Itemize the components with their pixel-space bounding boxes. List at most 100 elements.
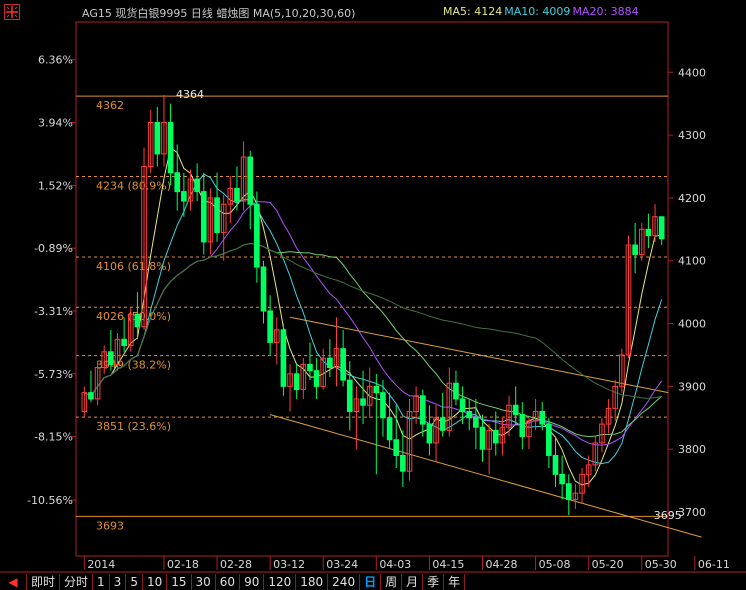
y-right-tick-label: 3900	[678, 380, 706, 393]
candle-body	[546, 423, 552, 456]
candle-body	[174, 172, 181, 193]
x-tick-label: 2014	[87, 558, 115, 571]
candle-body	[519, 414, 526, 438]
price-annotation: 4364	[176, 88, 204, 101]
candle-body	[512, 404, 519, 416]
candle-body	[313, 370, 320, 387]
x-tick-label: 06-11	[698, 558, 730, 571]
period-tab[interactable]: 即时	[27, 574, 61, 590]
period-tab[interactable]: 3	[110, 574, 127, 590]
candle-body	[400, 454, 406, 472]
candle-body	[565, 483, 572, 500]
candle-body	[632, 244, 638, 255]
trend-channel-line	[289, 316, 669, 394]
y-right-tick-label: 3800	[678, 443, 706, 456]
ma-readout-item: MA20: 3884	[572, 5, 639, 18]
y-right-tick-label: 4300	[678, 129, 706, 142]
candle-body	[473, 417, 479, 428]
chart-window: 4400 4300 4200 4100 4000 3900 3800 3700 6.36% 3.9…	[0, 0, 746, 590]
candle-body	[492, 429, 499, 444]
candle-body	[234, 187, 240, 202]
ma-readout: MA5: 4124 MA10: 4009 MA20: 3884	[443, 5, 641, 18]
y-left-tick-label: 6.36%	[38, 54, 73, 67]
period-tab[interactable]: 10	[143, 574, 168, 590]
candle-body	[167, 122, 174, 174]
y-left-tick-label: -3.31%	[34, 305, 73, 318]
price-annotation: 3695	[654, 509, 682, 522]
period-tab[interactable]: 1	[93, 574, 110, 590]
candle-body	[479, 426, 486, 450]
period-tab[interactable]: 180	[296, 574, 329, 590]
x-tick-label: 04-28	[486, 558, 518, 571]
y-left-tick-label: -5.73%	[34, 368, 73, 381]
period-scroll-left-icon[interactable]: ◀	[0, 574, 27, 590]
candle-body	[307, 363, 313, 372]
candle-body	[346, 379, 353, 413]
candle-body	[386, 417, 393, 441]
period-tab[interactable]: 年	[444, 574, 466, 590]
candle-body	[194, 178, 200, 193]
period-tab[interactable]: 月	[402, 574, 424, 590]
x-tick-label: 04-03	[379, 558, 411, 571]
candle-body	[559, 473, 565, 485]
candle-body	[380, 392, 386, 419]
candle-body	[539, 411, 546, 425]
candle-body	[453, 382, 459, 400]
ma-line	[84, 201, 663, 446]
ma-readout-item: MA10: 4009	[504, 5, 571, 18]
candle-body	[267, 310, 273, 343]
y-right-tick-label: 4200	[678, 192, 706, 205]
period-tab[interactable]: 30	[192, 574, 216, 590]
period-tab[interactable]: 5	[126, 574, 143, 590]
candle-body	[108, 351, 114, 365]
chart-title: AG15 现货白银9995 日线 蜡烛图 MA(5,10,20,30,60)	[82, 7, 356, 20]
ma-readout-item: MA5: 4124	[443, 5, 503, 18]
period-tab[interactable]: 周	[381, 574, 403, 590]
x-tick-label: 02-18	[167, 558, 199, 571]
y-right-tick-label: 4000	[678, 318, 706, 331]
period-toolbar: ◀ 即时 分时 1 3 5 10 15 30 60 90 120 180 240 日周月季年	[0, 574, 746, 590]
candle-body	[459, 398, 466, 413]
fib-level-label: 3693	[96, 519, 124, 532]
fib-level-label: 4234 (80.9%)	[96, 180, 171, 193]
period-tab[interactable]: 90	[240, 574, 265, 590]
candle-body	[254, 203, 260, 268]
y-left-tick-label: 3.94%	[38, 117, 73, 130]
crosshair-icon[interactable]	[4, 4, 20, 20]
period-tab[interactable]: 120	[264, 574, 297, 590]
candle-body	[247, 156, 254, 205]
candle-body	[426, 423, 433, 444]
candle-body	[88, 392, 94, 400]
candle-body	[439, 417, 446, 431]
y-right-tick-label: 4100	[678, 255, 706, 268]
fib-level-label: 3851 (23.6%)	[96, 420, 171, 433]
candle-body	[373, 385, 380, 394]
candle-body	[121, 338, 127, 347]
candle-body	[327, 357, 333, 369]
period-tab[interactable]: 分时	[60, 574, 94, 590]
candle-body	[645, 228, 652, 237]
x-tick-label: 05-30	[645, 558, 677, 571]
x-tick-label: 03-24	[326, 558, 358, 571]
candle-body	[393, 439, 400, 456]
candle-body	[466, 411, 473, 419]
period-tab[interactable]: 240	[328, 574, 361, 590]
trend-channel-line	[269, 414, 702, 538]
candle-body	[340, 348, 346, 381]
x-tick-label: 03-12	[273, 558, 305, 571]
period-tab[interactable]: 季	[423, 574, 445, 590]
candlestick-chart: 4400 4300 4200 4100 4000 3900 3800 3700 6.36% 3.9…	[0, 21, 746, 573]
candle-body	[293, 373, 300, 391]
period-tab[interactable]: 15	[167, 574, 192, 590]
period-tab[interactable]: 日	[360, 574, 382, 590]
y-right-tick-label: 3700	[678, 506, 706, 519]
candle-body	[134, 313, 141, 328]
y-left-tick-label: -0.89%	[34, 242, 73, 255]
y-left-tick-label: -8.15%	[34, 431, 73, 444]
candle-body	[552, 454, 559, 475]
candle-body	[260, 266, 267, 312]
candle-body	[658, 216, 665, 240]
fib-level-label: 4106 (61.8%)	[96, 260, 171, 273]
period-tab[interactable]: 60	[216, 574, 241, 590]
candle-body	[214, 197, 220, 233]
